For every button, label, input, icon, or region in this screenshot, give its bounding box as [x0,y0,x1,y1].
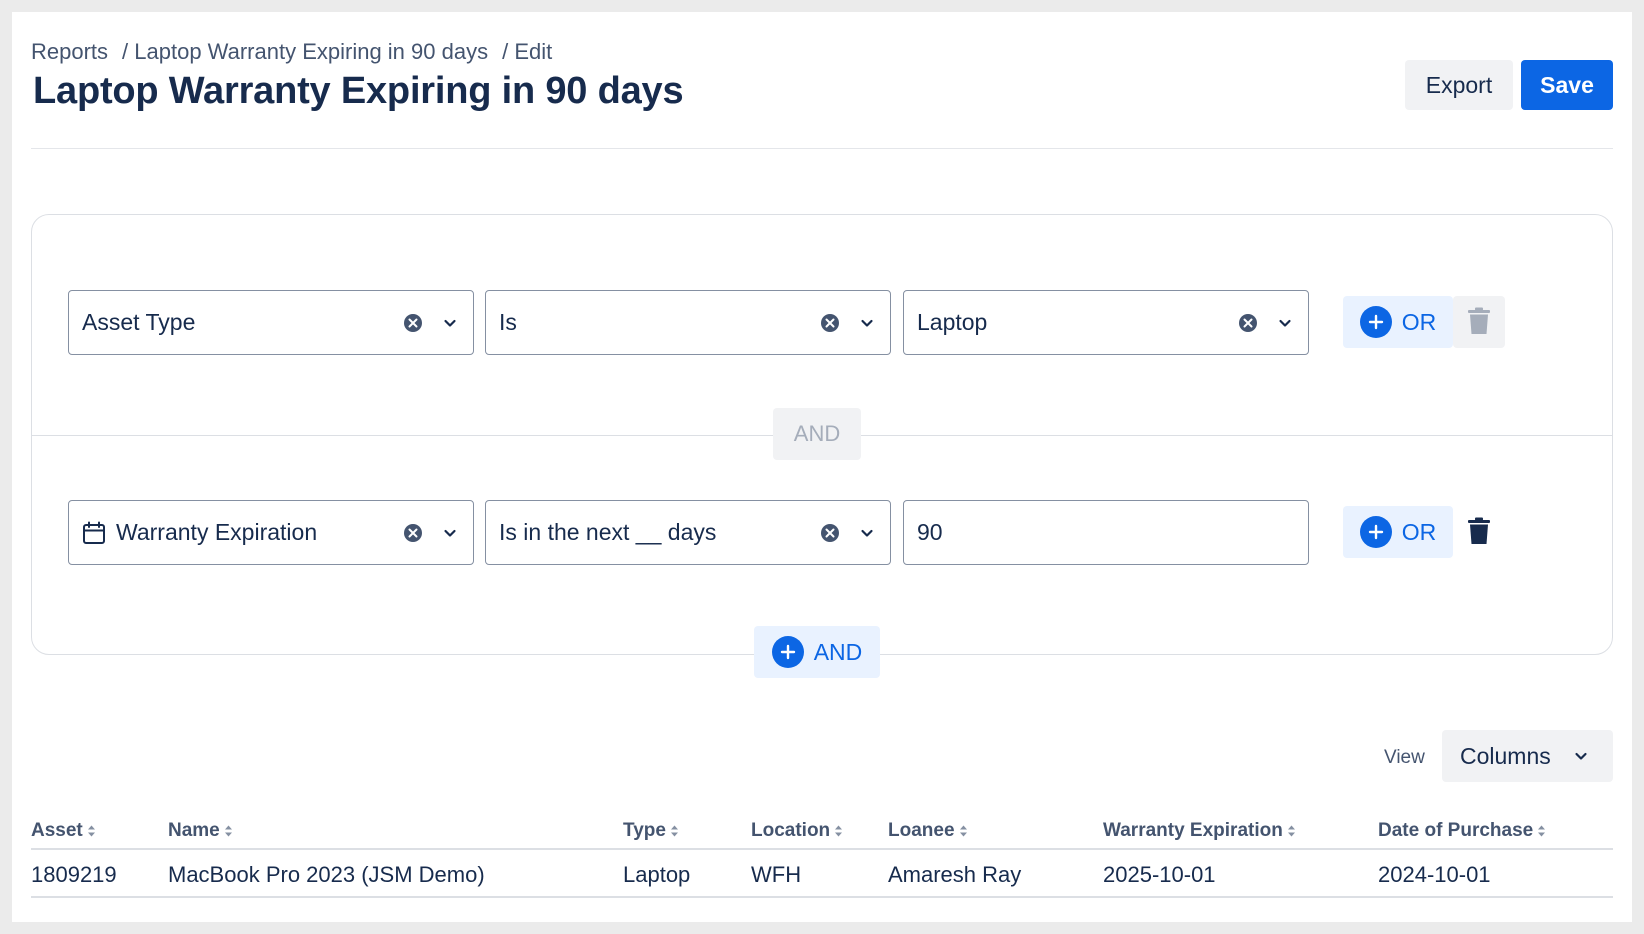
filter-2-value[interactable]: 90 [904,519,1308,546]
sort-icon [87,825,95,837]
view-label: View [1384,747,1425,768]
sort-icon [1287,825,1295,837]
clear-icon[interactable] [820,523,840,543]
filter-1-operator-select[interactable]: Is [485,290,891,355]
filter-2-or-button[interactable]: OR [1343,506,1453,558]
filter-1-value-select[interactable]: Laptop [903,290,1309,355]
columns-dropdown[interactable]: Columns [1442,730,1613,782]
sort-icon [1538,825,1546,837]
chevron-down-icon[interactable] [442,525,458,541]
cell-name: MacBook Pro 2023 (JSM Demo) [168,862,485,887]
column-header-warranty-expiration[interactable]: Warranty Expiration [1103,820,1296,842]
column-label: Name [168,820,220,841]
clear-icon[interactable] [403,313,423,333]
cell-location: WFH [751,862,802,887]
filter-panel: Asset Type Is Laptop OR AND Warranty Exp… [31,214,1613,655]
header-divider [31,148,1613,149]
column-header-loanee[interactable]: Loanee [888,820,968,842]
export-button[interactable]: Export [1405,60,1513,110]
plus-circle-icon [771,636,804,668]
filter-2-value-input[interactable]: 90 [903,500,1309,565]
table-header: Asset Name Type Location Loanee Warranty… [31,820,1613,850]
column-label: Warranty Expiration [1103,820,1283,841]
and-separator: AND [773,408,861,460]
trash-icon [1467,517,1491,548]
filter-1-field-select[interactable]: Asset Type [68,290,474,355]
sort-icon [224,825,232,837]
column-header-type[interactable]: Type [623,820,679,842]
chevron-down-icon[interactable] [859,525,875,541]
cell-asset: 1809219 [31,862,117,887]
column-label: Location [751,820,831,841]
cell-loanee: Amaresh Ray [888,862,1022,887]
column-label: Type [623,820,666,841]
column-label: Loanee [888,820,955,841]
filter-1-or-button[interactable]: OR [1343,296,1453,348]
report-editor-page: Reports / Laptop Warranty Expiring in 90… [12,12,1632,922]
cell-warranty-expiration: 2025-10-01 [1103,862,1216,887]
breadcrumb-edit: / Edit [502,39,553,64]
plus-circle-icon [1359,306,1392,338]
page-title: Laptop Warranty Expiring in 90 days [33,70,684,112]
filter-2-operator-select[interactable]: Is in the next __ days [485,500,891,565]
trash-icon [1467,307,1491,338]
column-header-asset[interactable]: Asset [31,820,96,842]
breadcrumb-report[interactable]: / Laptop Warranty Expiring in 90 days [122,39,488,65]
clear-icon[interactable] [403,523,423,543]
breadcrumb-reports[interactable]: Reports [31,39,108,65]
column-header-location[interactable]: Location [751,820,843,842]
save-button[interactable]: Save [1521,60,1613,110]
filter-2-delete-button[interactable] [1453,506,1505,558]
add-and-button[interactable]: AND [754,626,880,678]
column-label: Date of Purchase [1378,820,1534,841]
filter-1-delete-button[interactable] [1453,296,1505,348]
column-header-name[interactable]: Name [168,820,233,842]
column-header-date-of-purchase[interactable]: Date of Purchase [1378,820,1546,842]
chevron-down-icon[interactable] [1277,315,1293,331]
chevron-down-icon [1573,743,1589,770]
chevron-down-icon[interactable] [442,315,458,331]
clear-icon[interactable] [1238,313,1258,333]
cell-date-of-purchase: 2024-10-01 [1378,862,1491,887]
sort-icon [959,825,967,837]
plus-circle-icon [1359,516,1392,548]
table-row[interactable]: 1809219 MacBook Pro 2023 (JSM Demo) Lapt… [31,852,1613,898]
columns-label: Columns [1460,742,1551,769]
cell-type: Laptop [623,862,691,887]
breadcrumb: Reports / Laptop Warranty Expiring in 90… [31,39,552,65]
calendar-icon [82,521,106,545]
or-label: OR [1401,308,1437,335]
clear-icon[interactable] [820,313,840,333]
or-label: OR [1401,518,1437,545]
column-label: Asset [31,820,83,841]
sort-icon [835,825,843,837]
filter-2-field-select[interactable]: Warranty Expiration [68,500,474,565]
sort-icon [670,825,678,837]
chevron-down-icon[interactable] [859,315,875,331]
and-label: AND [813,638,863,665]
